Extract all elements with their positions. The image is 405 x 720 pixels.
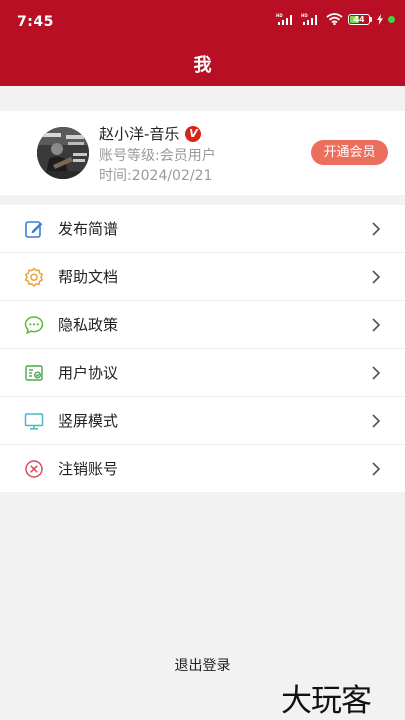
signal-hd-icon: HD	[301, 13, 321, 25]
header: 我	[0, 40, 405, 86]
signal-hd-icon: HD	[276, 13, 296, 25]
page-title: 我	[193, 55, 212, 76]
battery-icon: 44	[348, 13, 372, 25]
menu-list: 发布简谱 帮助文档 隐私政策 用户协议 竖屏模式 注销账号	[0, 205, 405, 492]
menu-item-label: 用户协议	[58, 364, 119, 382]
monitor-icon	[24, 411, 44, 431]
menu-item-privacy-policy[interactable]: 隐私政策	[0, 301, 405, 349]
profile-name-row: 赵小洋-音乐 V	[99, 123, 202, 144]
svg-text:HD: HD	[301, 13, 308, 18]
battery-level: 44	[353, 14, 365, 24]
menu-item-label: 竖屏模式	[58, 412, 119, 430]
menu-item-label: 发布简谱	[58, 220, 119, 238]
agreement-icon	[24, 363, 44, 383]
menu-item-label: 帮助文档	[58, 268, 119, 286]
menu-item-label: 隐私政策	[58, 316, 119, 334]
chevron-right-icon	[371, 269, 381, 285]
avatar[interactable]	[37, 127, 89, 179]
chat-bubble-icon	[24, 315, 44, 335]
status-bar: 7:45 HD HD 44	[0, 0, 405, 40]
menu-item-user-agreement[interactable]: 用户协议	[0, 349, 405, 397]
profile-name: 赵小洋-音乐	[99, 125, 180, 143]
open-vip-button[interactable]: 开通会员	[311, 140, 388, 165]
menu-item-help-docs[interactable]: 帮助文档	[0, 253, 405, 301]
chevron-right-icon	[371, 461, 381, 477]
account-date: 时间:2024/02/21	[99, 168, 213, 184]
wifi-icon	[326, 13, 343, 25]
cancel-icon	[24, 459, 44, 479]
menu-item-label: 注销账号	[58, 460, 119, 478]
svg-text:HD: HD	[276, 13, 283, 18]
verified-badge-icon: V	[185, 125, 202, 142]
menu-item-portrait-mode[interactable]: 竖屏模式	[0, 397, 405, 445]
profile-card[interactable]: 赵小洋-音乐 V 账号等级:会员用户 时间:2024/02/21 开通会员	[0, 111, 405, 195]
menu-item-publish-score[interactable]: 发布简谱	[0, 205, 405, 253]
account-level: 账号等级:会员用户	[99, 148, 216, 164]
status-icons: HD HD 44	[276, 13, 395, 25]
chevron-right-icon	[371, 221, 381, 237]
status-time: 7:45	[17, 14, 54, 30]
menu-item-cancel-account[interactable]: 注销账号	[0, 445, 405, 492]
chevron-right-icon	[371, 317, 381, 333]
watermark-logo: 大玩客	[281, 683, 372, 719]
notification-dot	[388, 15, 395, 23]
chevron-right-icon	[371, 365, 381, 381]
logout-button[interactable]: 退出登录	[0, 655, 405, 675]
charging-bolt-icon	[377, 13, 383, 25]
gear-icon	[24, 267, 44, 287]
chevron-right-icon	[371, 413, 381, 429]
edit-icon	[24, 219, 44, 239]
